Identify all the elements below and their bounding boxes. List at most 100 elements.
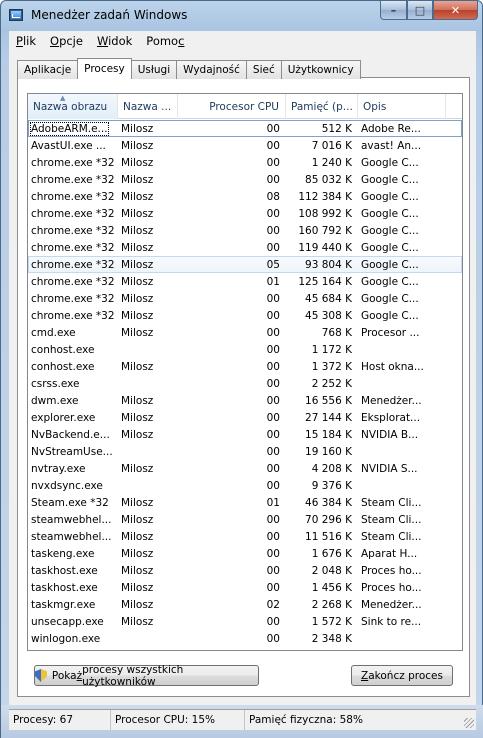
cell-text: 1 372 K xyxy=(311,360,352,373)
tab-aplikacje[interactable]: Aplikacje xyxy=(17,60,79,79)
close-button[interactable]: ✕ xyxy=(433,1,478,20)
cell-text: Proces ho... xyxy=(361,564,422,577)
minimize-button[interactable]: – xyxy=(380,1,407,20)
process-row[interactable]: explorer.exe Milosz 00 27 144 K Eksplorat... xyxy=(28,409,462,426)
process-row[interactable]: steamwebhel... Milosz 00 11 516 K Steam Cli.… xyxy=(28,528,462,545)
tab-wydajnosc[interactable]: Wydajność xyxy=(176,60,247,79)
process-row[interactable]: conhost.exe Milosz 00 1 372 K Host okna... xyxy=(28,358,462,375)
cell-image-name: chrome.exe *32 xyxy=(28,154,118,171)
cell-description: avast! An... xyxy=(358,137,446,154)
process-row[interactable]: conhost.exe 00 1 172 K xyxy=(28,341,462,358)
cell-text: Milosz xyxy=(121,292,154,305)
maximize-icon: □ xyxy=(414,3,426,17)
cell-text: 2 252 K xyxy=(311,377,352,390)
process-row[interactable]: chrome.exe *32 Milosz 01 125 164 K Google C.… xyxy=(28,273,462,290)
column-header-cpu[interactable]: Procesor CPU xyxy=(178,94,286,119)
title-bar[interactable]: Menedżer zadań Windows – □ ✕ xyxy=(1,1,483,31)
column-header-image-name[interactable]: ▲ Nazwa obrazu xyxy=(28,94,118,119)
cell-image-name: nvtray.exe xyxy=(28,460,118,477)
process-list[interactable]: ▲ Nazwa obrazu Nazwa ... Procesor CPU Pa… xyxy=(27,93,463,651)
show-all-processes-button[interactable]: Poka ż procesy wszystkich użytkowników xyxy=(34,664,259,688)
cell-description: Google C... xyxy=(358,290,446,307)
tab-uslugi[interactable]: Usługi xyxy=(130,60,178,79)
cell-text: 7 016 K xyxy=(311,139,352,152)
cell-text: Eksplorat... xyxy=(361,411,421,424)
end-process-button[interactable]: Zakończ proces xyxy=(351,665,453,686)
menu-pomoc[interactable]: Pomoc xyxy=(139,34,191,48)
process-row[interactable]: dwm.exe Milosz 00 16 556 K Menedżer... xyxy=(28,392,462,409)
process-row[interactable]: chrome.exe *32 Milosz 00 45 684 K Google C..… xyxy=(28,290,462,307)
process-row[interactable]: chrome.exe *32 Milosz 00 160 792 K Google C.… xyxy=(28,222,462,239)
process-row[interactable]: Steam.exe *32 Milosz 01 46 384 K Steam Cli..… xyxy=(28,494,462,511)
process-row[interactable]: AdobeARM.e... Milosz 00 512 K Adobe Re... xyxy=(28,120,462,137)
cell-cpu: 08 xyxy=(178,188,286,205)
cell-image-name: nvxdsync.exe xyxy=(28,477,118,494)
cell-memory: 70 296 K xyxy=(286,511,358,528)
cell-text: Menedżer... xyxy=(361,394,422,407)
process-row[interactable]: chrome.exe *32 Milosz 00 85 032 K Google C..… xyxy=(28,171,462,188)
cell-text: chrome.exe *32 xyxy=(31,309,115,322)
cell-text: 125 164 K xyxy=(298,275,352,288)
process-row[interactable]: taskhost.exe Milosz 00 2 048 K Proces ho... xyxy=(28,562,462,579)
tab-uzytkownicy[interactable]: Użytkownicy xyxy=(280,60,361,79)
cell-text: 02 xyxy=(266,598,280,611)
process-row[interactable]: steamwebhel... Milosz 00 70 296 K Steam Cli.… xyxy=(28,511,462,528)
process-row[interactable]: nvtray.exe Milosz 00 4 208 K NVIDIA S... xyxy=(28,460,462,477)
resize-grip-icon[interactable] xyxy=(464,718,474,728)
cell-image-name: taskmgr.exe xyxy=(28,596,118,613)
process-row[interactable]: chrome.exe *32 Milosz 08 112 384 K Google C.… xyxy=(28,188,462,205)
cell-text: Milosz xyxy=(121,547,154,560)
cell-description: Steam Cli... xyxy=(358,528,446,545)
tab-procesy[interactable]: Procesy xyxy=(77,58,132,79)
process-row[interactable]: chrome.exe *32 Milosz 00 1 240 K Google C... xyxy=(28,154,462,171)
process-row[interactable]: taskeng.exe Milosz 00 1 676 K Aparat H... xyxy=(28,545,462,562)
cell-text: Milosz xyxy=(121,139,154,152)
process-row[interactable]: chrome.exe *32 Milosz 05 93 804 K Google C..… xyxy=(28,256,462,273)
process-row[interactable]: chrome.exe *32 Milosz 00 45 308 K Google C..… xyxy=(28,307,462,324)
cell-user-name: Milosz xyxy=(118,528,178,545)
cell-user-name xyxy=(118,443,178,460)
menu-widok[interactable]: Widok xyxy=(90,34,139,48)
cell-text: AdobeARM.e... xyxy=(30,121,109,136)
uac-shield-icon xyxy=(35,669,47,682)
process-row[interactable]: unsecapp.exe Milosz 00 1 572 K Sink to re... xyxy=(28,613,462,630)
column-header-user-name[interactable]: Nazwa ... xyxy=(118,94,178,119)
task-manager-window: Menedżer zadań Windows – □ ✕ Plik Opcje … xyxy=(0,0,483,738)
process-row[interactable]: chrome.exe *32 Milosz 00 108 992 K Google C.… xyxy=(28,205,462,222)
cell-user-name: Milosz xyxy=(118,494,178,511)
menu-plik[interactable]: Plik xyxy=(9,34,43,48)
process-row[interactable]: chrome.exe *32 Milosz 00 119 440 K Google C.… xyxy=(28,239,462,256)
cell-description xyxy=(358,630,446,647)
process-row[interactable]: winlogon.exe 00 2 348 K xyxy=(28,630,462,647)
maximize-button[interactable]: □ xyxy=(407,1,433,20)
cell-description: Google C... xyxy=(358,171,446,188)
process-row[interactable]: taskhost.exe Milosz 00 1 456 K Proces ho... xyxy=(28,579,462,596)
process-row[interactable]: cmd.exe Milosz 00 768 K Procesor ... xyxy=(28,324,462,341)
cell-cpu: 00 xyxy=(178,154,286,171)
menu-accelerator: P xyxy=(16,34,23,48)
cell-memory: 1 572 K xyxy=(286,613,358,630)
menu-opcje[interactable]: Opcje xyxy=(43,34,90,48)
cell-text: 1 572 K xyxy=(311,615,352,628)
cell-description: Adobe Re... xyxy=(358,120,446,137)
column-header-description[interactable]: Opis xyxy=(358,94,446,119)
cell-text: Google C... xyxy=(361,156,419,169)
cell-description: Google C... xyxy=(358,307,446,324)
tab-siec[interactable]: Sieć xyxy=(245,60,282,79)
process-row[interactable]: NvBackend.e... Milosz 00 15 184 K NVIDIA B..… xyxy=(28,426,462,443)
column-header-memory[interactable]: Pamięć (p... xyxy=(286,94,358,119)
cell-image-name: chrome.exe *32 xyxy=(28,256,118,273)
cell-user-name: Milosz xyxy=(118,222,178,239)
cell-memory: 2 348 K xyxy=(286,630,358,647)
cell-memory: 2 268 K xyxy=(286,596,358,613)
process-row[interactable]: AvastUI.exe ... Milosz 00 7 016 K avast! An.… xyxy=(28,137,462,154)
process-row[interactable]: NvStreamUse... 00 19 160 K xyxy=(28,443,462,460)
cell-text: Menedżer... xyxy=(361,598,422,611)
process-row[interactable]: taskmgr.exe Milosz 02 2 268 K Menedżer... xyxy=(28,596,462,613)
cell-text: Procesor ... xyxy=(361,326,420,339)
cell-image-name: conhost.exe xyxy=(28,358,118,375)
process-row[interactable]: nvxdsync.exe 00 9 376 K xyxy=(28,477,462,494)
process-row[interactable]: csrss.exe 00 2 252 K xyxy=(28,375,462,392)
status-memory: Pamięć fizyczna: 58% xyxy=(249,714,363,726)
cell-text: 00 xyxy=(266,615,280,628)
